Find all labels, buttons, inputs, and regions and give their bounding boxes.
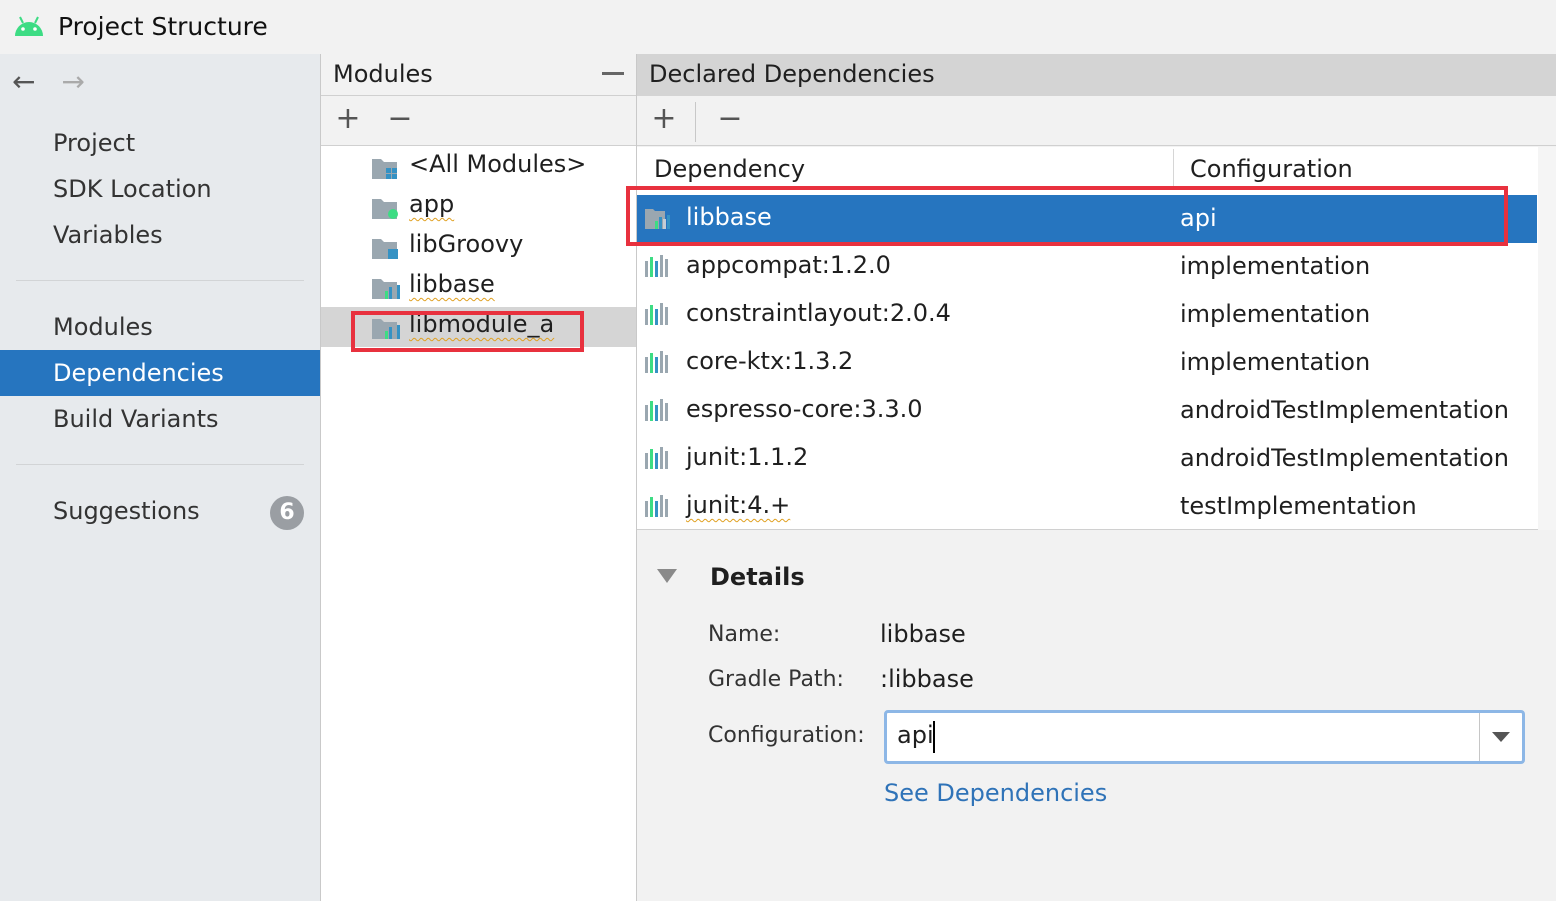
table-row[interactable]: core-ktx:1.3.2 implementation <box>637 339 1537 387</box>
details-title: Details <box>710 563 805 591</box>
name-label: Name: <box>708 622 781 647</box>
modules-header: Modules <box>321 54 636 96</box>
module-label: <All Modules> <box>409 150 587 178</box>
modules-panel: Modules + − <All Modules> app libGroovy <box>321 54 637 901</box>
see-dependencies-link[interactable]: See Dependencies <box>884 779 1107 807</box>
sidebar-item-sdk-location[interactable]: SDK Location <box>0 166 320 212</box>
modules-title: Modules <box>333 60 433 88</box>
library-dependency-icon <box>645 495 668 517</box>
app-module-icon <box>372 199 398 219</box>
table-scrollbar[interactable] <box>1538 147 1556 530</box>
library-dependency-icon <box>645 303 668 325</box>
sidebar-item-label: Dependencies <box>53 359 224 387</box>
details-section: Details Name: libbase Gradle Path: :libb… <box>637 531 1556 901</box>
combobox-divider <box>1479 713 1480 761</box>
dependency-name: appcompat:1.2.0 <box>686 251 891 279</box>
name-value: libbase <box>880 620 966 648</box>
sidebar-item-variables[interactable]: Variables <box>0 212 320 258</box>
gradle-path-label: Gradle Path: <box>708 667 844 692</box>
dependency-configuration: implementation <box>1180 348 1371 376</box>
table-row[interactable]: junit:1.1.2 androidTestImplementation <box>637 435 1537 483</box>
dependency-name: junit:1.1.2 <box>686 443 809 471</box>
sidebar-item-modules[interactable]: Modules <box>0 304 320 350</box>
dependency-configuration: implementation <box>1180 252 1371 280</box>
android-icon <box>15 16 43 36</box>
dependencies-panel: Declared Dependencies + − Dependency Con… <box>637 54 1556 901</box>
minimize-icon[interactable] <box>602 72 624 75</box>
sidebar-divider <box>16 280 304 281</box>
forward-arrow-icon[interactable]: → <box>61 68 84 96</box>
configuration-label: Configuration: <box>708 723 865 748</box>
highlight-box-module <box>351 311 584 352</box>
window-title: Project Structure <box>58 12 268 41</box>
dependencies-title: Declared Dependencies <box>649 60 935 88</box>
highlight-box-dependency <box>626 186 1508 246</box>
table-row[interactable]: constraintlayout:2.0.4 implementation <box>637 291 1537 339</box>
sidebar-item-label: Build Variants <box>53 405 219 433</box>
table-row[interactable]: junit:4.+ testImplementation <box>637 483 1537 531</box>
table-row[interactable]: appcompat:1.2.0 implementation <box>637 243 1537 291</box>
dependency-configuration: implementation <box>1180 300 1371 328</box>
suggestions-count-badge: 6 <box>270 496 304 530</box>
module-label: libGroovy <box>409 230 524 258</box>
dependencies-header: Declared Dependencies <box>637 54 1556 96</box>
sidebar-item-project[interactable]: Project <box>0 120 320 166</box>
table-row[interactable]: espresso-core:3.3.0 androidTestImplement… <box>637 387 1537 435</box>
library-dependency-icon <box>645 399 668 421</box>
sidebar-item-label: Suggestions <box>53 497 200 525</box>
sidebar-item-dependencies[interactable]: Dependencies <box>0 350 320 396</box>
remove-dependency-button[interactable]: − <box>715 104 745 134</box>
nav-arrows: ← → <box>12 68 85 96</box>
module-label: libbase <box>409 270 495 298</box>
dependency-name: junit:4.+ <box>686 491 791 519</box>
modules-toolbar: + − <box>321 96 636 146</box>
toolbar-divider <box>695 102 696 142</box>
sidebar-item-label: Variables <box>53 221 163 249</box>
sidebar-divider <box>16 464 304 465</box>
column-divider[interactable] <box>1173 149 1174 189</box>
dependency-configuration: testImplementation <box>1180 492 1417 520</box>
library-module-icon <box>372 239 398 259</box>
text-caret <box>933 721 935 753</box>
sidebar-item-label: Modules <box>53 313 153 341</box>
sidebar-item-suggestions[interactable]: Suggestions 6 <box>0 488 320 534</box>
android-library-icon <box>372 279 400 299</box>
module-item[interactable]: libGroovy <box>321 227 636 267</box>
gradle-path-value: :libbase <box>880 665 974 693</box>
column-header-configuration[interactable]: Configuration <box>1190 155 1353 183</box>
dependency-configuration: androidTestImplementation <box>1180 396 1509 424</box>
library-dependency-icon <box>645 351 668 373</box>
chevron-down-icon[interactable] <box>1492 732 1510 742</box>
library-dependency-icon <box>645 447 668 469</box>
sidebar-item-label: SDK Location <box>53 175 212 203</box>
module-item[interactable]: app <box>321 187 636 227</box>
back-arrow-icon[interactable]: ← <box>12 68 35 96</box>
add-module-button[interactable]: + <box>333 104 363 134</box>
title-bar: Project Structure <box>0 0 1556 54</box>
configuration-value[interactable]: api <box>897 721 934 749</box>
remove-module-button[interactable]: − <box>385 104 415 134</box>
dependency-name: constraintlayout:2.0.4 <box>686 299 951 327</box>
module-item[interactable]: libbase <box>321 267 636 307</box>
collapse-triangle-icon[interactable] <box>657 569 677 583</box>
dependencies-toolbar: + − <box>637 96 1556 146</box>
sidebar-item-build-variants[interactable]: Build Variants <box>0 396 320 442</box>
library-dependency-icon <box>645 255 668 277</box>
sidebar: ← → Project SDK Location Variables Modul… <box>0 54 321 901</box>
column-header-dependency[interactable]: Dependency <box>654 155 805 183</box>
dependency-configuration: androidTestImplementation <box>1180 444 1509 472</box>
dependency-name: espresso-core:3.3.0 <box>686 395 923 423</box>
sidebar-item-label: Project <box>53 129 136 157</box>
dependency-name: core-ktx:1.3.2 <box>686 347 854 375</box>
all-modules-icon <box>372 159 397 179</box>
module-label: app <box>409 190 455 218</box>
configuration-combobox[interactable]: api <box>884 710 1525 764</box>
module-item[interactable]: <All Modules> <box>321 147 636 187</box>
add-dependency-button[interactable]: + <box>649 104 679 134</box>
